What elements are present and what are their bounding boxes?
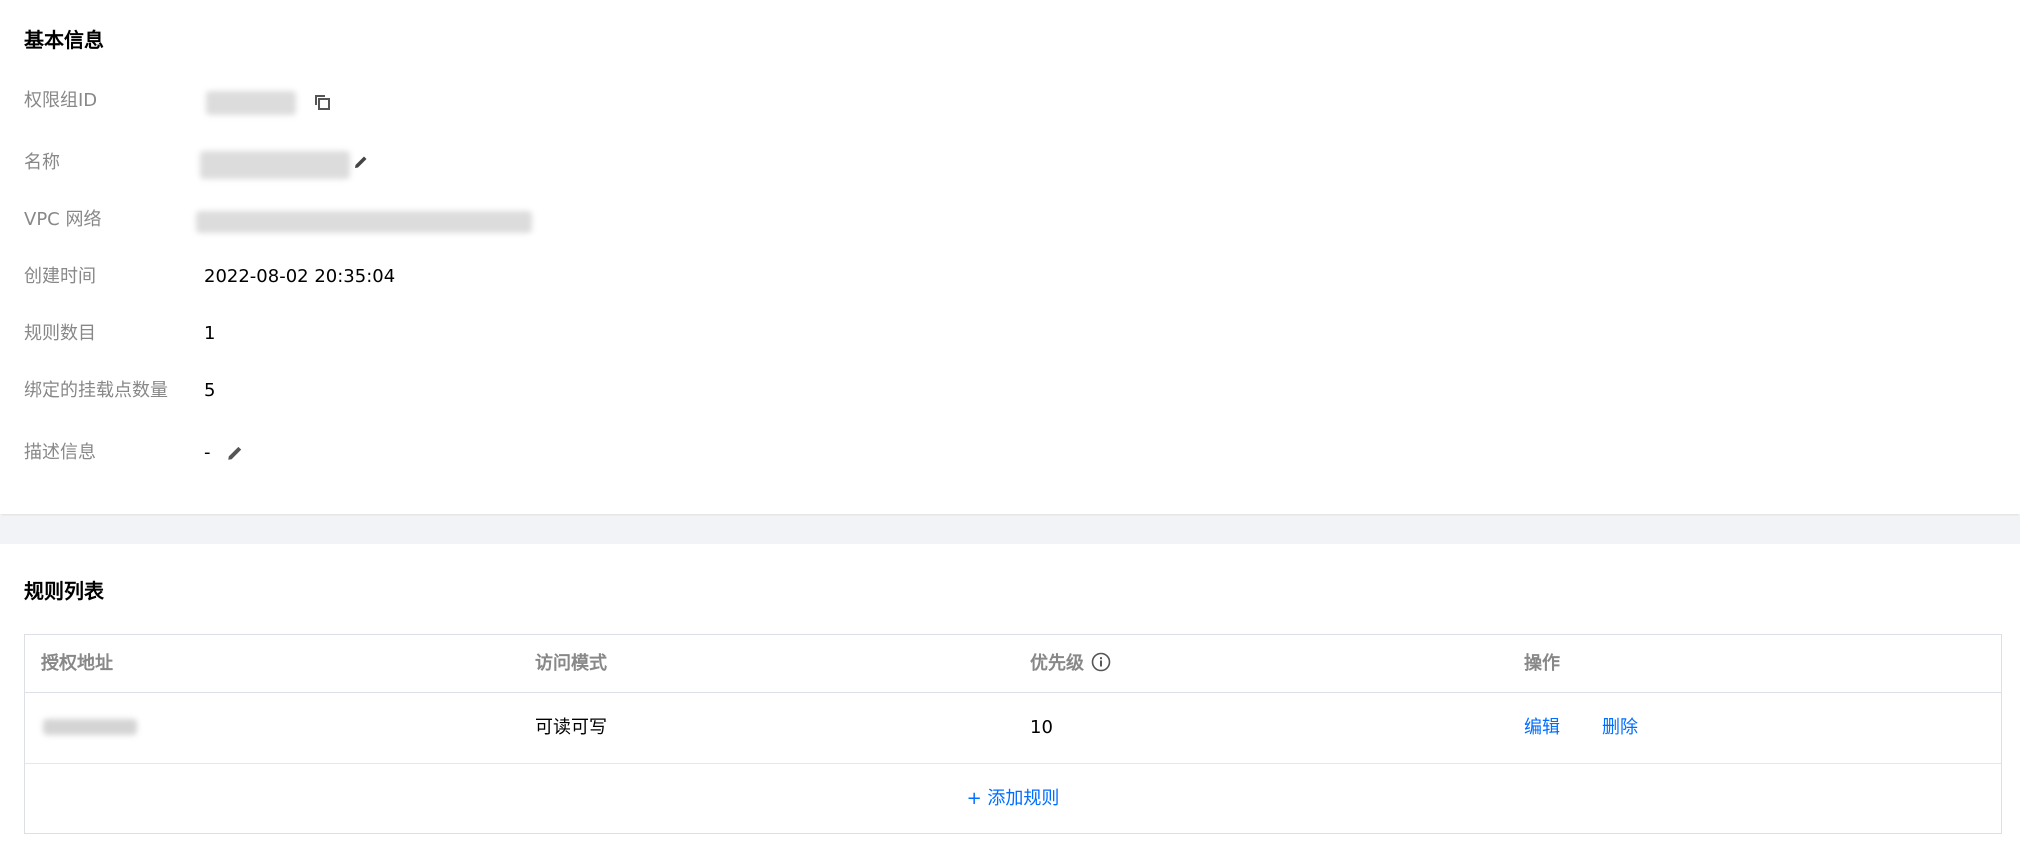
- add-rule-link[interactable]: + 添加规则: [967, 787, 1060, 811]
- address-redacted: [43, 719, 137, 735]
- table-row: 可读可写 10 编辑 删除: [25, 693, 2001, 764]
- basic-info-title: 基本信息: [24, 28, 104, 52]
- section-gap: [0, 516, 2020, 544]
- description-value: -: [204, 442, 211, 463]
- name-label: 名称: [24, 152, 60, 173]
- basic-info-card: 基本信息 权限组ID 名称 VPC 网络 创建时间 2022-08-02 20:…: [0, 0, 2020, 514]
- column-actions: 操作: [1524, 653, 1560, 674]
- description-label: 描述信息: [24, 442, 96, 463]
- rules-card: 规则列表 授权地址 访问模式 优先级 操作 可读可写 10 编辑 删除 + 添加…: [0, 544, 2020, 849]
- rule-count-label: 规则数目: [24, 323, 96, 344]
- column-priority: 优先级: [1030, 653, 1084, 674]
- rules-table: 授权地址 访问模式 优先级 操作 可读可写 10 编辑 删除 + 添加规则: [24, 634, 2002, 834]
- name-redacted: [200, 151, 350, 179]
- edit-rule-link[interactable]: 编辑: [1524, 716, 1560, 740]
- vpc-redacted: [196, 211, 532, 233]
- column-mode: 访问模式: [535, 653, 607, 674]
- group-id-redacted: [206, 91, 296, 115]
- add-rule-row: + 添加规则: [25, 764, 2001, 834]
- column-address: 授权地址: [41, 653, 113, 674]
- copy-icon[interactable]: [311, 91, 333, 113]
- mount-count-label: 绑定的挂载点数量: [24, 380, 168, 401]
- row-priority: 10: [1030, 717, 1053, 738]
- row-mode: 可读可写: [535, 717, 607, 738]
- table-header: 授权地址 访问模式 优先级 操作: [25, 635, 2001, 693]
- created-at-label: 创建时间: [24, 266, 96, 287]
- edit-description-icon[interactable]: [224, 442, 246, 464]
- vpc-label: VPC 网络: [24, 209, 102, 230]
- edit-name-icon[interactable]: [350, 151, 372, 173]
- info-icon[interactable]: [1090, 651, 1112, 673]
- rule-count-value: 1: [204, 323, 216, 344]
- created-at-value: 2022-08-02 20:35:04: [204, 266, 396, 287]
- rules-title: 规则列表: [24, 579, 104, 603]
- delete-rule-link[interactable]: 删除: [1602, 716, 1638, 740]
- mount-count-value: 5: [204, 380, 216, 401]
- group-id-label: 权限组ID: [24, 90, 98, 111]
